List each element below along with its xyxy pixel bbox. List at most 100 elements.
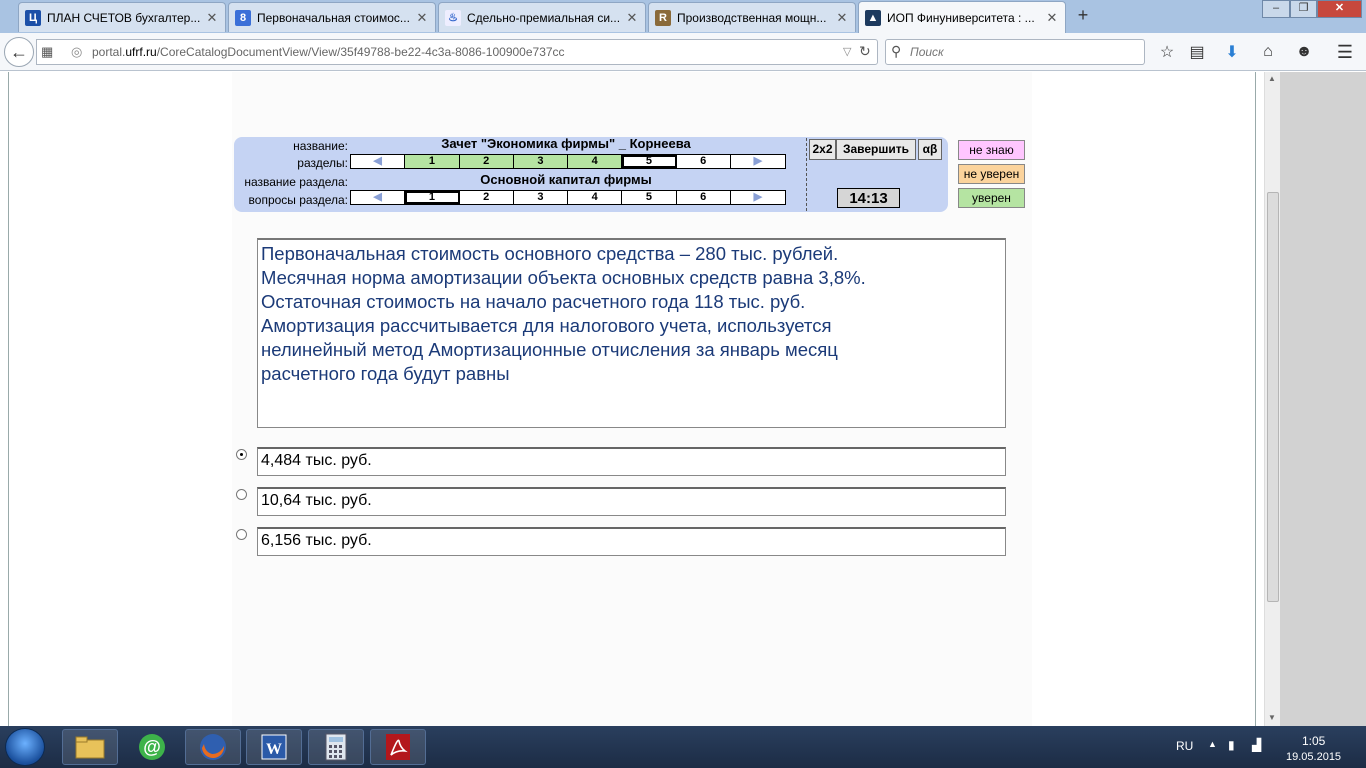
answer-radio-2[interactable] xyxy=(236,489,247,500)
unsure-button[interactable]: не уверен xyxy=(958,164,1025,184)
dropdown-icon[interactable]: ▽ xyxy=(843,45,851,58)
search-bar[interactable]: ⚲ xyxy=(885,39,1145,65)
tab-favicon-icon: R xyxy=(655,9,671,26)
section-1[interactable]: 1 xyxy=(405,155,460,168)
section-6[interactable]: 6 xyxy=(676,155,731,168)
test-title: Зачет "Экономика фирмы" _ Корнеева xyxy=(441,136,691,151)
tab-favicon-icon: ♨ xyxy=(445,9,461,26)
folder-icon[interactable] xyxy=(62,729,118,765)
prev-question-icon[interactable]: ◀ xyxy=(351,191,406,204)
apps-icon[interactable]: ▦ xyxy=(41,44,53,60)
prev-section-icon[interactable]: ◀ xyxy=(351,155,406,168)
back-arrow-icon: ← xyxy=(10,41,28,62)
2x2-button[interactable]: 2x2 xyxy=(809,139,836,160)
firefox-icon[interactable] xyxy=(185,729,241,765)
question-box: Первоначальная стоимость основного средс… xyxy=(257,238,1006,428)
scroll-down-icon[interactable]: ▼ xyxy=(1268,713,1276,722)
tray-expand-icon[interactable]: ▲ xyxy=(1208,739,1217,749)
section-5[interactable]: 5 xyxy=(622,155,677,168)
minimize-icon[interactable]: – xyxy=(1262,0,1290,18)
chat-icon[interactable]: ☻ xyxy=(1291,39,1317,65)
answer-option-2[interactable]: 10,64 тыс. руб. xyxy=(257,487,1006,516)
signal-icon[interactable]: ▟ xyxy=(1252,738,1261,752)
tab-bar: Ц ПЛАН СЧЕТОВ бухгалтер... ✕ 8 Первонача… xyxy=(0,0,1366,33)
maximize-icon[interactable]: ❐ xyxy=(1290,0,1317,18)
close-tab-icon[interactable]: ✕ xyxy=(625,10,639,26)
battery-icon[interactable]: ▮ xyxy=(1228,738,1235,752)
download-icon[interactable]: ⬇ xyxy=(1219,39,1245,65)
svg-text:@: @ xyxy=(143,737,161,757)
answer-radio-3[interactable] xyxy=(236,529,247,540)
reload-icon[interactable]: ↻ xyxy=(859,43,871,60)
acrobat-icon[interactable] xyxy=(370,729,426,765)
next-question-icon[interactable]: ▶ xyxy=(730,191,785,204)
windows-taskbar: @ W RU ▲ ▮ ▟ 1:05 19.05.2015 xyxy=(0,726,1366,768)
browser-tab[interactable]: Ц ПЛАН СЧЕТОВ бухгалтер... ✕ xyxy=(18,2,226,32)
system-tray: RU ▲ ▮ ▟ 1:05 19.05.2015 xyxy=(1170,726,1366,768)
search-input[interactable] xyxy=(910,43,1140,61)
new-tab-icon[interactable]: + xyxy=(1073,6,1093,26)
browser-tab[interactable]: R Производственная мощн... ✕ xyxy=(648,2,856,32)
answer-radio-1[interactable] xyxy=(236,449,247,460)
clock-date[interactable]: 19.05.2015 xyxy=(1286,751,1341,763)
name-label: название: xyxy=(293,139,348,153)
url-text: portal.ufrf.ru/CoreCatalogDocumentView/V… xyxy=(92,45,565,59)
section-2[interactable]: 2 xyxy=(459,155,514,168)
tab-favicon-icon: 8 xyxy=(235,9,251,26)
reading-list-icon[interactable]: ▤ xyxy=(1184,39,1210,65)
sure-button[interactable]: уверен xyxy=(958,188,1025,208)
timer: 14:13 xyxy=(837,188,900,208)
start-button[interactable] xyxy=(5,728,45,766)
question-1[interactable]: 1 xyxy=(405,191,460,204)
tab-favicon-icon: Ц xyxy=(25,9,41,26)
tab-favicon-icon: ▲ xyxy=(865,9,881,26)
close-tab-icon[interactable]: ✕ xyxy=(415,10,429,26)
finish-button[interactable]: Завершить xyxy=(836,139,916,160)
url-bar[interactable]: ▦ ◎ portal.ufrf.ru/CoreCatalogDocumentVi… xyxy=(36,39,878,65)
panel-divider xyxy=(806,138,807,211)
svg-text:W: W xyxy=(266,741,282,758)
menu-icon[interactable]: ☰ xyxy=(1332,39,1358,65)
tab-title: ПЛАН СЧЕТОВ бухгалтер... xyxy=(47,10,201,25)
browser-tab[interactable]: 8 Первоначальная стоимос... ✕ xyxy=(228,2,436,32)
question-5[interactable]: 5 xyxy=(622,191,677,204)
tab-title: Первоначальная стоимос... xyxy=(257,10,410,25)
close-window-icon[interactable]: ✕ xyxy=(1317,0,1362,18)
question-6[interactable]: 6 xyxy=(676,191,731,204)
answer-option-1[interactable]: 4,484 тыс. руб. xyxy=(257,447,1006,476)
tab-title: Производственная мощн... xyxy=(677,10,827,25)
language-indicator[interactable]: RU xyxy=(1176,739,1193,753)
left-border xyxy=(8,72,9,726)
bookmark-star-icon[interactable]: ☆ xyxy=(1154,39,1180,65)
question-2[interactable]: 2 xyxy=(459,191,514,204)
alpha-beta-button[interactable]: αβ xyxy=(918,139,942,160)
scroll-thumb[interactable] xyxy=(1267,192,1279,602)
scrollbar[interactable]: ▲ ▼ xyxy=(1264,72,1280,726)
calculator-icon[interactable] xyxy=(308,729,364,765)
section-name-label: название раздела: xyxy=(244,175,348,189)
sections-nav: ◀ 1 2 3 4 5 6 ▶ xyxy=(350,154,786,169)
navigation-bar: ▦ ◎ portal.ufrf.ru/CoreCatalogDocumentVi… xyxy=(0,33,1366,71)
browser-tab-active[interactable]: ▲ ИОП Финуниверситета : ... ✕ xyxy=(858,1,1066,33)
section-4[interactable]: 4 xyxy=(568,155,623,168)
tab-title: Сдельно-премиальная си... xyxy=(467,10,621,25)
home-icon[interactable]: ⌂ xyxy=(1255,39,1281,65)
question-4[interactable]: 4 xyxy=(568,191,623,204)
questions-nav: ◀ 1 2 3 4 5 6 ▶ xyxy=(350,190,786,205)
clock-time[interactable]: 1:05 xyxy=(1302,734,1325,748)
browser-tab[interactable]: ♨ Сдельно-премиальная си... ✕ xyxy=(438,2,646,32)
close-tab-icon[interactable]: ✕ xyxy=(1045,10,1059,26)
next-section-icon[interactable]: ▶ xyxy=(730,155,785,168)
close-tab-icon[interactable]: ✕ xyxy=(835,10,849,26)
close-tab-icon[interactable]: ✕ xyxy=(205,10,219,26)
question-3[interactable]: 3 xyxy=(513,191,568,204)
mail-ru-agent-icon[interactable]: @ xyxy=(124,729,180,765)
section-3[interactable]: 3 xyxy=(513,155,568,168)
back-button[interactable]: ← xyxy=(4,37,34,67)
right-border xyxy=(1255,72,1256,726)
questions-label: вопросы раздела: xyxy=(248,193,348,207)
word-icon[interactable]: W xyxy=(246,729,302,765)
answer-option-3[interactable]: 6,156 тыс. руб. xyxy=(257,527,1006,556)
dont-know-button[interactable]: не знаю xyxy=(958,140,1025,160)
scroll-up-icon[interactable]: ▲ xyxy=(1268,74,1276,83)
